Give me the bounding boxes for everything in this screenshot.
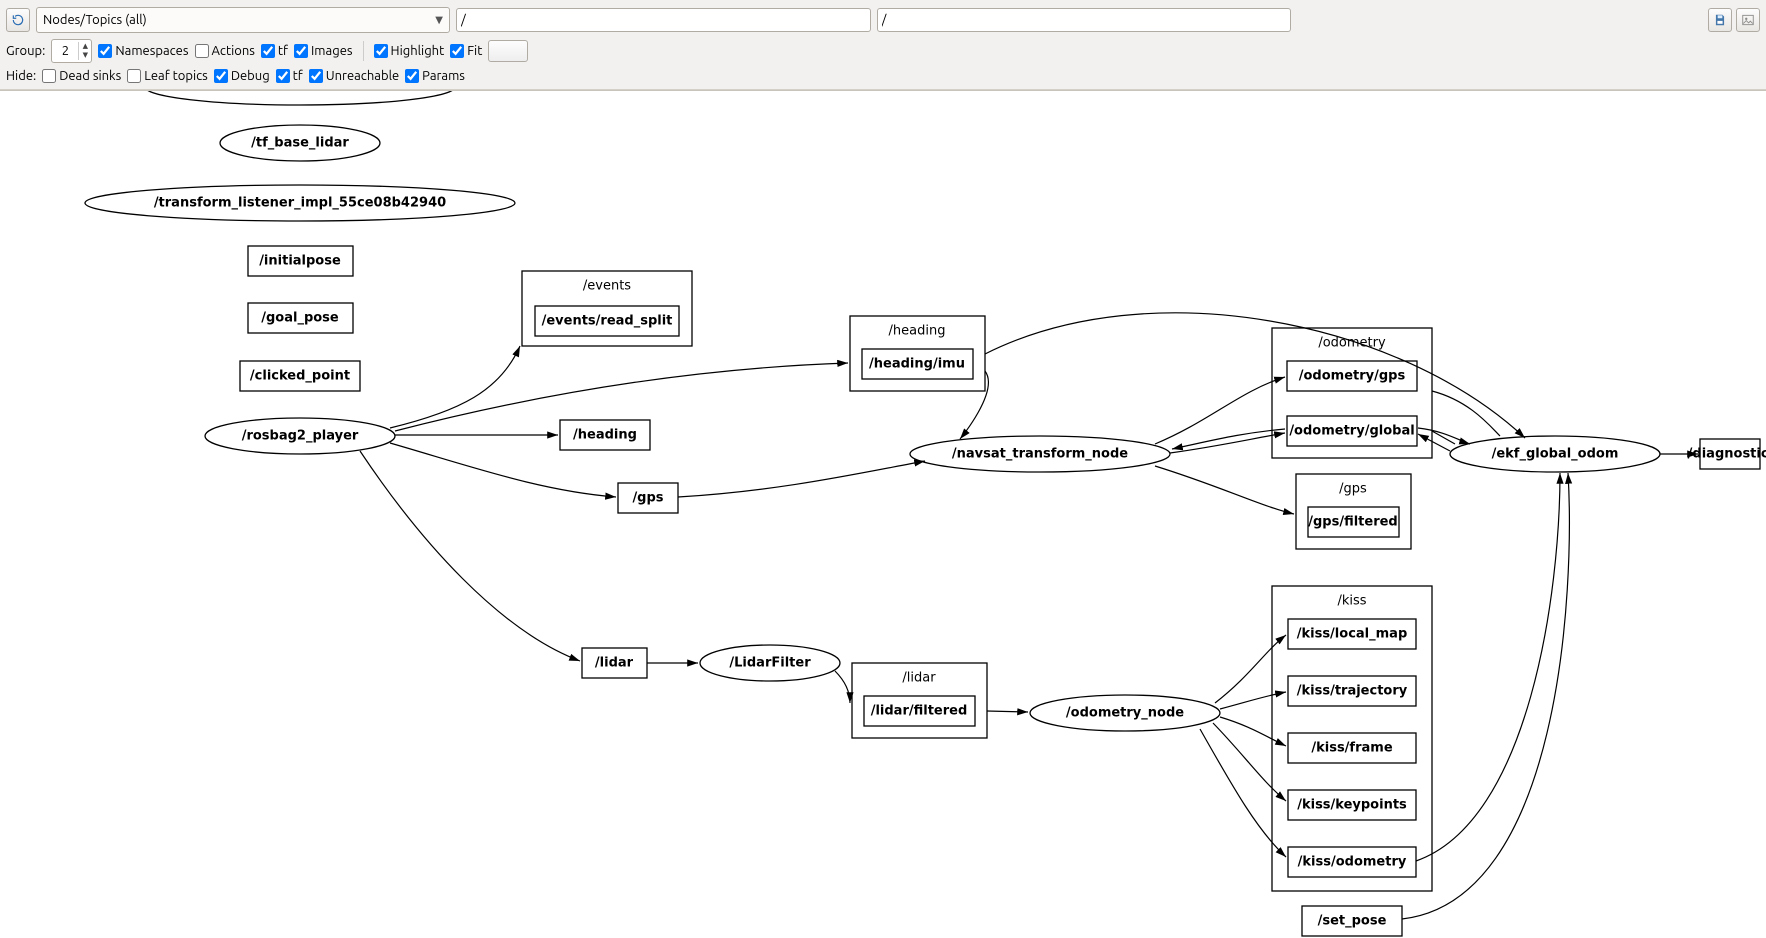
node-clipped-top[interactable] (145, 91, 455, 105)
svg-text:/heading/imu: /heading/imu (869, 357, 965, 372)
refresh-icon (11, 13, 25, 27)
svg-text:/LidarFilter: /LidarFilter (729, 656, 811, 671)
spinner-down[interactable]: ▼ (79, 51, 91, 60)
svg-text:/lidar: /lidar (595, 656, 634, 671)
svg-text:/kiss/trajectory: /kiss/trajectory (1297, 684, 1408, 699)
view-mode-dropdown[interactable]: Nodes/Topics (all) ▼ (36, 7, 450, 33)
spinner-up[interactable]: ▲ (79, 42, 91, 51)
save-dot-button[interactable] (1736, 8, 1760, 32)
svg-text:/initialpose: /initialpose (259, 254, 341, 269)
svg-text:/transform_listener_impl_55ce0: /transform_listener_impl_55ce08b42940 (154, 196, 446, 211)
chevron-down-icon: ▼ (435, 14, 443, 26)
group-depth-value[interactable] (52, 42, 78, 60)
svg-text:/odometry: /odometry (1318, 336, 1386, 351)
save-icon (1713, 13, 1727, 27)
actions-checkbox[interactable]: Actions (195, 44, 255, 58)
hide-label: Hide: (6, 69, 36, 83)
svg-text:/kiss: /kiss (1337, 594, 1366, 609)
view-mode-value: Nodes/Topics (all) (43, 13, 147, 27)
svg-text:/odometry/global: /odometry/global (1289, 424, 1414, 439)
toolbar-row-1: Nodes/Topics (all) ▼ (6, 4, 1760, 36)
fit-checkbox[interactable]: Fit (450, 44, 482, 58)
tf-group-checkbox[interactable]: tf (261, 44, 288, 58)
svg-text:/odometry/gps: /odometry/gps (1299, 369, 1406, 384)
unreachable-checkbox[interactable]: Unreachable (309, 69, 399, 83)
svg-text:/rosbag2_player: /rosbag2_player (242, 429, 359, 444)
svg-text:/kiss/odometry: /kiss/odometry (1298, 855, 1407, 870)
svg-text:/clicked_point: /clicked_point (250, 369, 350, 384)
group-depth-spinner[interactable]: ▲ ▼ (51, 39, 92, 63)
svg-text:/diagnostics: /diagnostics (1688, 447, 1766, 462)
svg-text:/events: /events (583, 279, 631, 294)
toolbar-row-3: Hide: Dead sinks Leaf topics Debug tf Un… (6, 66, 1760, 89)
svg-text:/heading: /heading (889, 324, 946, 339)
svg-text:/lidar: /lidar (902, 671, 936, 686)
svg-text:/goal_pose: /goal_pose (261, 311, 339, 326)
svg-text:/tf_base_lidar: /tf_base_lidar (251, 136, 349, 151)
svg-text:/navsat_transform_node: /navsat_transform_node (952, 447, 1128, 462)
node-filter-input[interactable] (456, 8, 871, 32)
tf-hide-checkbox[interactable]: tf (276, 69, 303, 83)
svg-text:/lidar/filtered: /lidar/filtered (871, 704, 968, 719)
svg-text:/gps: /gps (632, 491, 663, 506)
ros-graph-svg: /tf_base_lidar /transform_listener_impl_… (0, 91, 1766, 938)
group-label: Group: (6, 44, 45, 58)
toolbar-row-2: Group: ▲ ▼ Namespaces Actions tf Images … (6, 36, 1760, 66)
svg-text:/ekf_global_odom: /ekf_global_odom (1492, 447, 1619, 462)
debug-checkbox[interactable]: Debug (214, 69, 270, 83)
topic-filter-input[interactable] (877, 8, 1292, 32)
params-checkbox[interactable]: Params (405, 69, 465, 83)
save-image-button[interactable] (1708, 8, 1732, 32)
svg-text:/gps: /gps (1339, 482, 1367, 497)
refresh-button[interactable] (6, 8, 30, 32)
images-checkbox[interactable]: Images (294, 44, 353, 58)
highlight-checkbox[interactable]: Highlight (374, 44, 445, 58)
svg-text:/set_pose: /set_pose (1318, 914, 1387, 929)
deadsinks-checkbox[interactable]: Dead sinks (42, 69, 121, 83)
graph-canvas[interactable]: /tf_base_lidar /transform_listener_impl_… (0, 90, 1766, 938)
svg-text:/events/read_split: /events/read_split (542, 314, 673, 329)
namespaces-checkbox[interactable]: Namespaces (98, 44, 188, 58)
toolbar: Nodes/Topics (all) ▼ Group: ▲ ▼ Namespac… (0, 0, 1766, 90)
svg-text:/kiss/local_map: /kiss/local_map (1297, 627, 1408, 642)
leaftopics-checkbox[interactable]: Leaf topics (127, 69, 208, 83)
svg-text:/heading: /heading (573, 428, 637, 443)
svg-text:/gps/filtered: /gps/filtered (1308, 515, 1398, 530)
zoom-field[interactable] (488, 40, 528, 62)
svg-text:/kiss/frame: /kiss/frame (1311, 741, 1392, 756)
svg-text:/kiss/keypoints: /kiss/keypoints (1297, 798, 1407, 813)
svg-text:/odometry_node: /odometry_node (1066, 706, 1184, 721)
image-icon (1741, 13, 1755, 27)
